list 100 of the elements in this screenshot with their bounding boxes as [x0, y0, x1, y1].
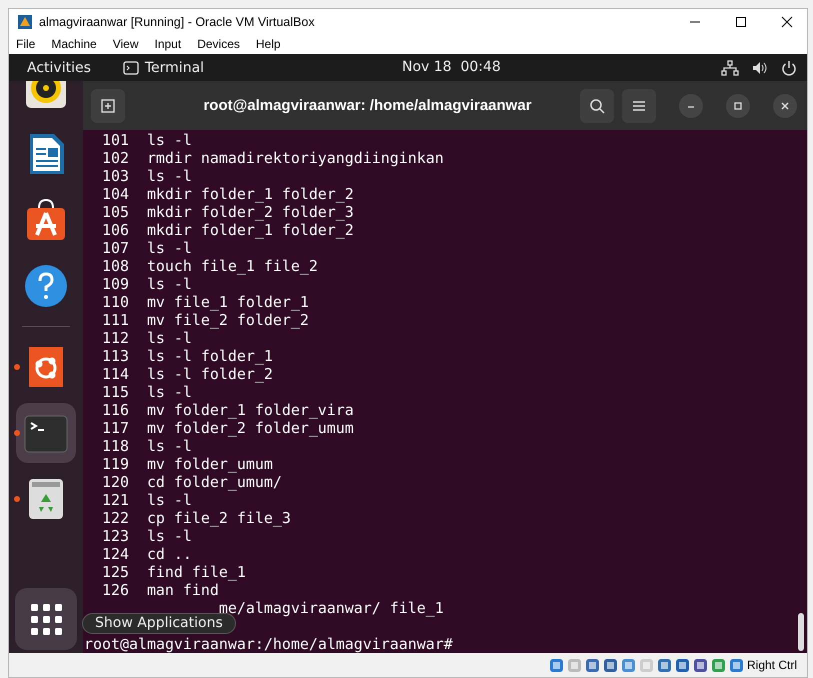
line-number: 106: [100, 221, 129, 239]
shell-prompt: root@almagviraanwar:/home/almagviraanwar#: [84, 635, 453, 653]
close-button[interactable]: [773, 94, 797, 118]
terminal-title: root@almagviraanwar: /home/almagviraanwar: [202, 97, 533, 114]
clock[interactable]: Nov 18 00:48: [402, 59, 501, 75]
menu-item[interactable]: Input: [154, 37, 182, 51]
command-text: ls -l: [146, 491, 192, 509]
command-text: mkdir folder_1 folder_2: [146, 221, 354, 239]
search-icon: [589, 98, 605, 114]
line-number: 122: [100, 509, 129, 527]
command-text: rmdir namadirektoriyangdiinginkan: [146, 149, 444, 167]
command-text: mv file_2 folder_2: [146, 311, 309, 329]
activities-button[interactable]: Activities: [27, 60, 91, 76]
status-icon: [656, 658, 672, 672]
command-text: ls -l: [146, 239, 192, 257]
minimize-button[interactable]: [679, 94, 703, 118]
line-number: 115: [100, 383, 129, 401]
menu-item[interactable]: Machine: [51, 37, 97, 51]
status-icon: [584, 658, 600, 672]
command-text: ls -l: [146, 527, 192, 545]
line-number: 124: [100, 545, 129, 563]
line-number: 116: [100, 401, 129, 419]
line-number: 125: [100, 563, 129, 581]
line-number: 126: [100, 581, 129, 599]
status-icon: [566, 658, 582, 672]
command-text: cd ..: [146, 545, 192, 563]
close-icon: [781, 16, 793, 28]
line-number: 114: [100, 365, 129, 383]
command-text: cp file_2 file_3: [146, 509, 291, 527]
line-number: 108: [100, 257, 129, 275]
grid-icon: [30, 604, 62, 634]
command-text: mv folder_1 folder_vira: [146, 401, 354, 419]
status-icon: [638, 658, 654, 672]
line-number: 113: [100, 347, 129, 365]
command-text: touch file_1 file_2: [146, 257, 318, 275]
line-number: 118: [100, 437, 129, 455]
command-text: mkdir folder_2 folder_3: [146, 203, 354, 221]
search-button[interactable]: [580, 88, 614, 122]
command-text: mv file_1 folder_1: [146, 293, 309, 311]
menu-button[interactable]: [622, 88, 656, 122]
line-number: 103: [100, 167, 129, 185]
command-text: find file_1: [146, 563, 246, 581]
command-text: ls -l: [146, 167, 192, 185]
host-key-label: Right Ctrl: [746, 658, 797, 672]
restore-button[interactable]: [726, 94, 750, 118]
help-icon: [24, 264, 68, 308]
close-icon: [780, 100, 790, 110]
shopping-bag-icon: [24, 198, 68, 242]
line-number: 119: [100, 455, 129, 473]
command-text: mv folder_umum: [146, 455, 273, 473]
command-text: ls -l: [146, 131, 192, 149]
scrollbar[interactable]: [798, 613, 804, 651]
status-icon: [620, 658, 636, 672]
status-icon: [692, 658, 708, 672]
status-icon: [728, 658, 744, 672]
status-icon: [710, 658, 726, 672]
line-number: 107: [100, 239, 129, 257]
command-text: ls -l: [146, 329, 192, 347]
line-number: 121: [100, 491, 129, 509]
line-number: 120: [100, 473, 129, 491]
status-icon: [548, 658, 564, 672]
restore-icon: [733, 100, 743, 110]
command-text: cd folder_umum/: [146, 473, 282, 491]
line-number: 111: [100, 311, 129, 329]
new-tab-icon: [100, 98, 116, 114]
command-text: ls -l folder_2: [146, 365, 273, 383]
volume-icon[interactable]: [751, 60, 769, 76]
menu-item[interactable]: View: [112, 37, 138, 51]
line-number: 105: [100, 203, 129, 221]
command-text: man find: [146, 581, 219, 599]
power-icon[interactable]: [781, 60, 797, 76]
window-title: almagviraanwar [Running] - Oracle VM VirtualBox: [39, 14, 316, 28]
line-number: 102: [100, 149, 129, 167]
tooltip: Show Applications: [82, 613, 236, 634]
line-number: 110: [100, 293, 129, 311]
command-text: ls -l: [146, 437, 192, 455]
show-applications-button[interactable]: [15, 588, 77, 650]
cube-icon: [17, 14, 33, 30]
menu-icon: [632, 100, 646, 112]
menu-item[interactable]: Devices: [197, 37, 240, 51]
command-text: mkdir folder_1 folder_2: [146, 185, 354, 203]
line-number: 123: [100, 527, 129, 545]
menu-item[interactable]: Help: [256, 37, 281, 51]
status-icon: [602, 658, 618, 672]
command-text: ls -l folder_1: [146, 347, 273, 365]
maximize-icon: [735, 16, 747, 28]
network-icon[interactable]: [721, 60, 739, 76]
line-number: 101: [100, 131, 129, 149]
line-number: 109: [100, 275, 129, 293]
terminal-icon: [122, 60, 139, 74]
app-menu[interactable]: Terminal: [144, 60, 204, 76]
line-number: 112: [100, 329, 129, 347]
line-number: 117: [100, 419, 129, 437]
status-icon: [674, 658, 690, 672]
line-number: 104: [100, 185, 129, 203]
command-text: ls -l: [146, 275, 192, 293]
menu-item[interactable]: File: [16, 37, 36, 51]
command-text: ls -l: [146, 383, 192, 401]
command-text: mv folder_2 folder_umum: [146, 419, 354, 437]
new-tab-button[interactable]: [91, 88, 125, 122]
